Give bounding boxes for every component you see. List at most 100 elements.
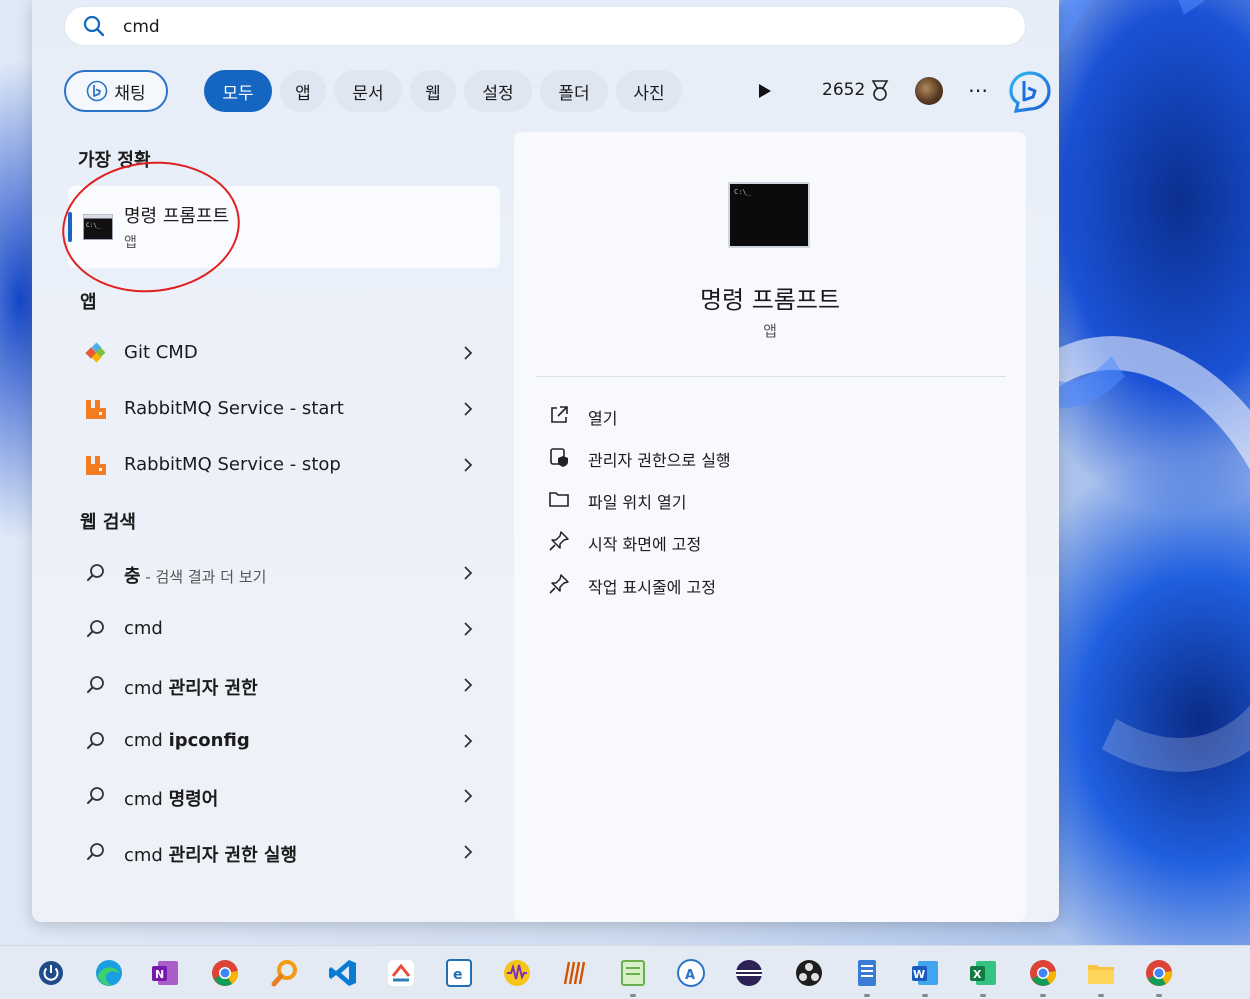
chrome-dev-icon[interactable]	[1144, 958, 1174, 988]
chevron-right-icon[interactable]	[462, 787, 474, 805]
admin-shield-icon	[550, 448, 568, 467]
excel-icon[interactable]: X	[968, 958, 998, 988]
vscode-icon[interactable]	[328, 958, 358, 988]
icon-prompt-text: C:\_	[734, 188, 751, 196]
web-result-more[interactable]: 충 - 검색 결과 더 보기	[68, 548, 500, 598]
running-indicator	[1040, 994, 1046, 997]
chevron-right-icon[interactable]	[462, 456, 474, 474]
chip-all[interactable]: 모두	[204, 70, 272, 112]
search-icon	[87, 843, 104, 860]
divider	[536, 376, 1006, 377]
web-result[interactable]: cmd 관리자 권한 실행	[68, 827, 500, 877]
more-icon[interactable]: ⋯	[968, 78, 989, 102]
svg-text:X: X	[973, 968, 982, 981]
search-icon	[83, 15, 105, 37]
web-result-prefix: cmd	[124, 730, 169, 751]
action-open[interactable]: 열기	[548, 400, 988, 430]
web-result-prefix: cmd	[124, 678, 169, 699]
translator-icon[interactable]: A	[676, 958, 706, 988]
detail-title: 명령 프롬프트	[699, 286, 841, 314]
action-pin-to-start[interactable]: 시작 화면에 고정	[548, 526, 988, 556]
pin-icon	[549, 531, 569, 551]
chip-folders[interactable]: 폴더	[540, 70, 608, 112]
web-result[interactable]: cmd 명령어	[68, 771, 500, 821]
chevron-right-icon[interactable]	[462, 564, 474, 582]
action-run-as-admin[interactable]: 관리자 권한으로 실행	[548, 442, 988, 472]
search-icon	[87, 732, 104, 749]
web-result[interactable]: cmd ipconfig	[68, 716, 500, 766]
chip-settings[interactable]: 설정	[464, 70, 532, 112]
web-search-section-title: 웹 검색	[80, 512, 136, 533]
chip-label: 앱	[295, 83, 311, 104]
chevron-right-icon[interactable]	[462, 344, 474, 362]
obs-icon[interactable]	[794, 958, 824, 988]
chip-label: 사진	[633, 83, 665, 104]
web-result-label: cmd ipconfig	[124, 730, 250, 751]
bars-icon[interactable]	[560, 958, 590, 988]
command-prompt-large-icon: C:\_	[728, 182, 810, 248]
search-tool-icon[interactable]	[270, 958, 300, 988]
detail-pane: C:\_ 명령 프롬프트 앱 열기 관리자 권한으로 실행 파일 위치 열기 시…	[514, 132, 1026, 922]
web-result-label: cmd	[124, 618, 163, 639]
explorer-icon[interactable]	[1086, 958, 1116, 988]
bing-icon[interactable]	[1008, 70, 1052, 114]
search-icon	[87, 620, 104, 637]
word-icon[interactable]: W	[910, 958, 940, 988]
editor-icon[interactable]: e	[444, 958, 474, 988]
app-result-rabbitmq-start[interactable]: RabbitMQ Service - start	[68, 384, 500, 434]
app-result-rabbitmq-stop[interactable]: RabbitMQ Service - stop	[68, 440, 500, 490]
app-icon[interactable]	[386, 958, 416, 988]
web-result-bold: ipconfig	[168, 730, 250, 751]
action-open-file-location[interactable]: 파일 위치 열기	[548, 484, 988, 514]
action-label: 관리자 권한으로 실행	[588, 451, 731, 470]
rewards-points[interactable]: 2652	[822, 80, 865, 100]
folder-icon	[549, 492, 569, 507]
chevron-right-icon[interactable]	[462, 620, 474, 638]
chevron-right-icon[interactable]	[462, 400, 474, 418]
notes-icon[interactable]	[852, 958, 882, 988]
git-icon	[85, 342, 106, 363]
app-result-git-cmd[interactable]: Git CMD	[68, 328, 500, 378]
search-box[interactable]	[64, 6, 1026, 46]
power-icon[interactable]	[36, 958, 66, 988]
chip-documents[interactable]: 문서	[334, 70, 402, 112]
chip-web[interactable]: 웹	[410, 70, 456, 112]
web-result[interactable]: cmd 관리자 권한	[68, 660, 500, 710]
web-result-term: 충	[124, 566, 141, 587]
pin-icon	[549, 574, 569, 594]
action-label: 시작 화면에 고정	[588, 535, 702, 554]
notepad-icon[interactable]	[618, 958, 648, 988]
chip-chat[interactable]: 채팅	[64, 70, 168, 112]
action-pin-to-taskbar[interactable]: 작업 표시줄에 고정	[548, 569, 988, 599]
chrome-profile-icon[interactable]	[1028, 958, 1058, 988]
chip-label: 설정	[482, 83, 514, 104]
chip-label: 채팅	[114, 83, 146, 104]
onenote-icon[interactable]: N	[150, 958, 180, 988]
medal-icon[interactable]	[870, 80, 890, 102]
open-external-icon	[551, 406, 568, 423]
taskbar: N e A W X	[0, 945, 1250, 999]
avatar[interactable]	[915, 77, 943, 105]
play-icon[interactable]	[758, 83, 772, 99]
eclipse-icon[interactable]	[734, 958, 764, 988]
chip-label: 문서	[352, 83, 384, 104]
web-result-label: 충 - 검색 결과 더 보기	[124, 562, 266, 588]
chevron-right-icon[interactable]	[462, 732, 474, 750]
web-result[interactable]: cmd	[68, 604, 500, 654]
running-indicator	[1156, 994, 1162, 997]
chevron-right-icon[interactable]	[462, 676, 474, 694]
svg-text:A: A	[685, 968, 695, 983]
audio-icon[interactable]	[502, 958, 532, 988]
bing-icon	[87, 80, 108, 102]
detail-kind: 앱	[763, 322, 777, 340]
action-label: 파일 위치 열기	[588, 493, 687, 512]
chip-apps[interactable]: 앱	[280, 70, 326, 112]
search-icon	[87, 676, 104, 693]
chevron-right-icon[interactable]	[462, 843, 474, 861]
svg-text:N: N	[155, 968, 164, 981]
chrome-icon[interactable]	[210, 958, 240, 988]
search-input[interactable]	[121, 13, 1005, 41]
chip-photos[interactable]: 사진	[616, 70, 682, 112]
running-indicator	[1098, 994, 1104, 997]
edge-icon[interactable]	[94, 958, 124, 988]
